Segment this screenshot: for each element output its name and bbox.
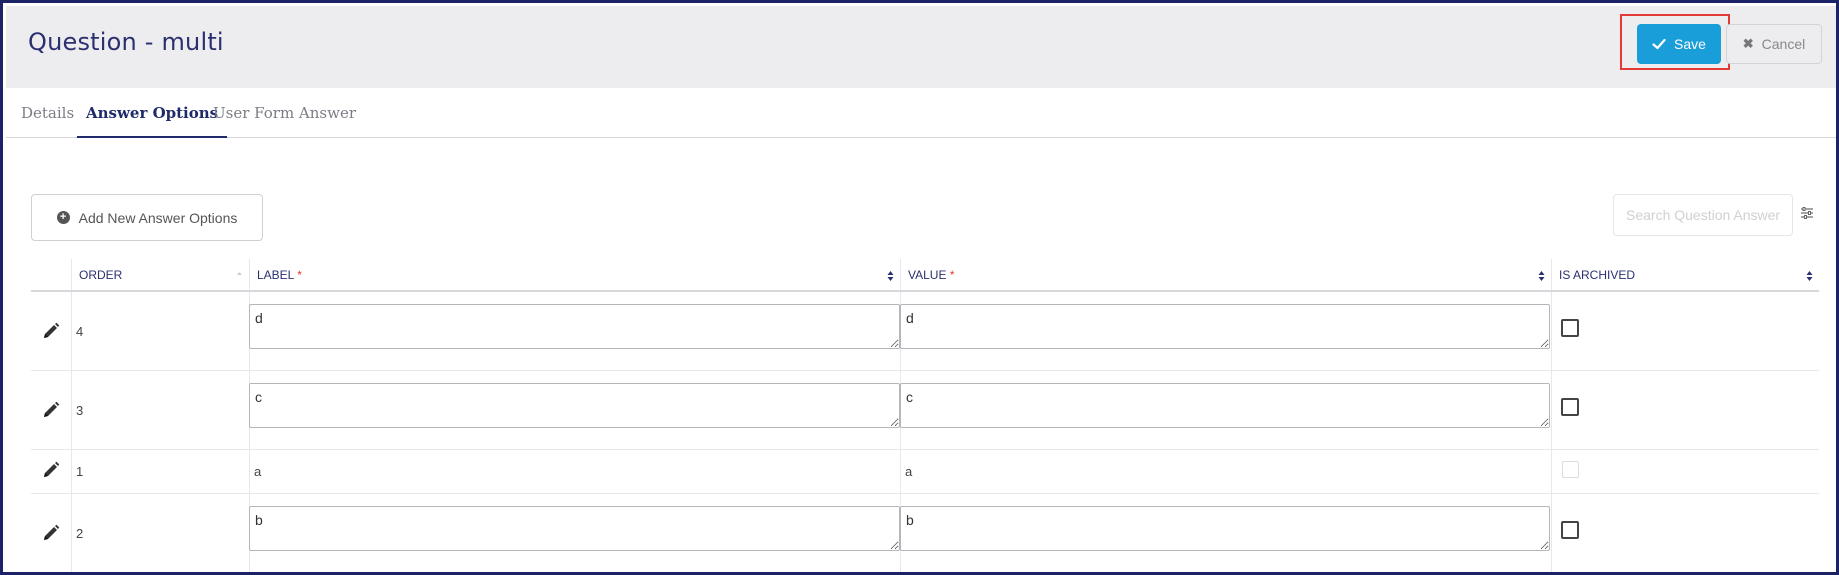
tab-answer-options[interactable]: Answer Options <box>77 88 228 138</box>
add-answer-option-button[interactable]: + Add New Answer Options <box>31 194 263 241</box>
app-frame: Question - multi Save ✖ Cancel Details A… <box>0 0 1839 575</box>
label-textarea[interactable]: d <box>249 304 900 349</box>
pencil-icon[interactable] <box>42 461 60 479</box>
table-row: 3 c c <box>31 371 1819 450</box>
value-textarea[interactable]: c <box>900 383 1550 428</box>
save-button[interactable]: Save <box>1637 24 1721 64</box>
column-header-value[interactable]: VALUE * <box>900 259 1551 292</box>
sort-icon <box>237 272 242 275</box>
pencil-icon[interactable] <box>42 322 60 340</box>
order-cell: 3 <box>76 403 84 418</box>
column-header-value-text: VALUE <box>908 268 947 282</box>
value-textarea[interactable]: d <box>900 304 1550 349</box>
sort-icon <box>1806 271 1813 281</box>
plus-circle-icon: + <box>56 211 70 224</box>
filter-settings-icon[interactable] <box>1800 206 1814 220</box>
tab-details[interactable]: Details <box>21 88 74 138</box>
label-cell: a <box>254 464 262 479</box>
required-mark: * <box>297 268 302 282</box>
cancel-button[interactable]: ✖ Cancel <box>1726 24 1822 64</box>
column-header-is-archived[interactable]: IS ARCHIVED <box>1551 259 1819 292</box>
check-icon <box>1652 38 1666 50</box>
table-row: 1 a a <box>31 450 1819 494</box>
sort-icon <box>887 271 894 281</box>
archived-checkbox <box>1562 461 1579 478</box>
tab-user-form-answer[interactable]: User Form Answer <box>213 88 356 138</box>
required-mark: * <box>949 268 955 282</box>
table-row: 2 b b <box>31 494 1819 572</box>
close-icon: ✖ <box>1742 36 1754 51</box>
page-title: Question - multi <box>28 28 224 56</box>
column-header-label[interactable]: LABEL * <box>249 259 900 292</box>
label-textarea[interactable]: c <box>249 383 900 428</box>
column-header-order[interactable]: ORDER <box>71 259 249 292</box>
archived-checkbox[interactable] <box>1561 521 1579 539</box>
add-answer-option-label: Add New Answer Options <box>78 209 238 226</box>
sort-icon <box>1538 271 1545 281</box>
order-cell: 4 <box>76 324 84 339</box>
pencil-icon[interactable] <box>42 524 60 542</box>
column-header-order-label: ORDER <box>79 268 123 282</box>
tab-bar: Details Answer Options User Form Answer <box>6 88 1836 138</box>
archived-checkbox[interactable] <box>1561 319 1579 337</box>
column-header-is-archived-text: IS ARCHIVED <box>1559 268 1636 282</box>
value-textarea[interactable]: b <box>900 506 1550 551</box>
archived-checkbox[interactable] <box>1561 398 1579 416</box>
cancel-label: Cancel <box>1761 36 1806 52</box>
search-input[interactable] <box>1613 194 1793 236</box>
order-cell: 1 <box>76 464 84 479</box>
label-textarea[interactable]: b <box>249 506 900 551</box>
value-cell: a <box>905 464 913 479</box>
save-label: Save <box>1674 36 1706 52</box>
table-row: 4 d d <box>31 292 1819 371</box>
order-cell: 2 <box>76 526 84 541</box>
pencil-icon[interactable] <box>42 401 60 419</box>
column-header-label-text: LABEL <box>257 268 294 282</box>
page-header: Question - multi <box>6 6 1836 88</box>
column-header-actions <box>31 259 71 292</box>
